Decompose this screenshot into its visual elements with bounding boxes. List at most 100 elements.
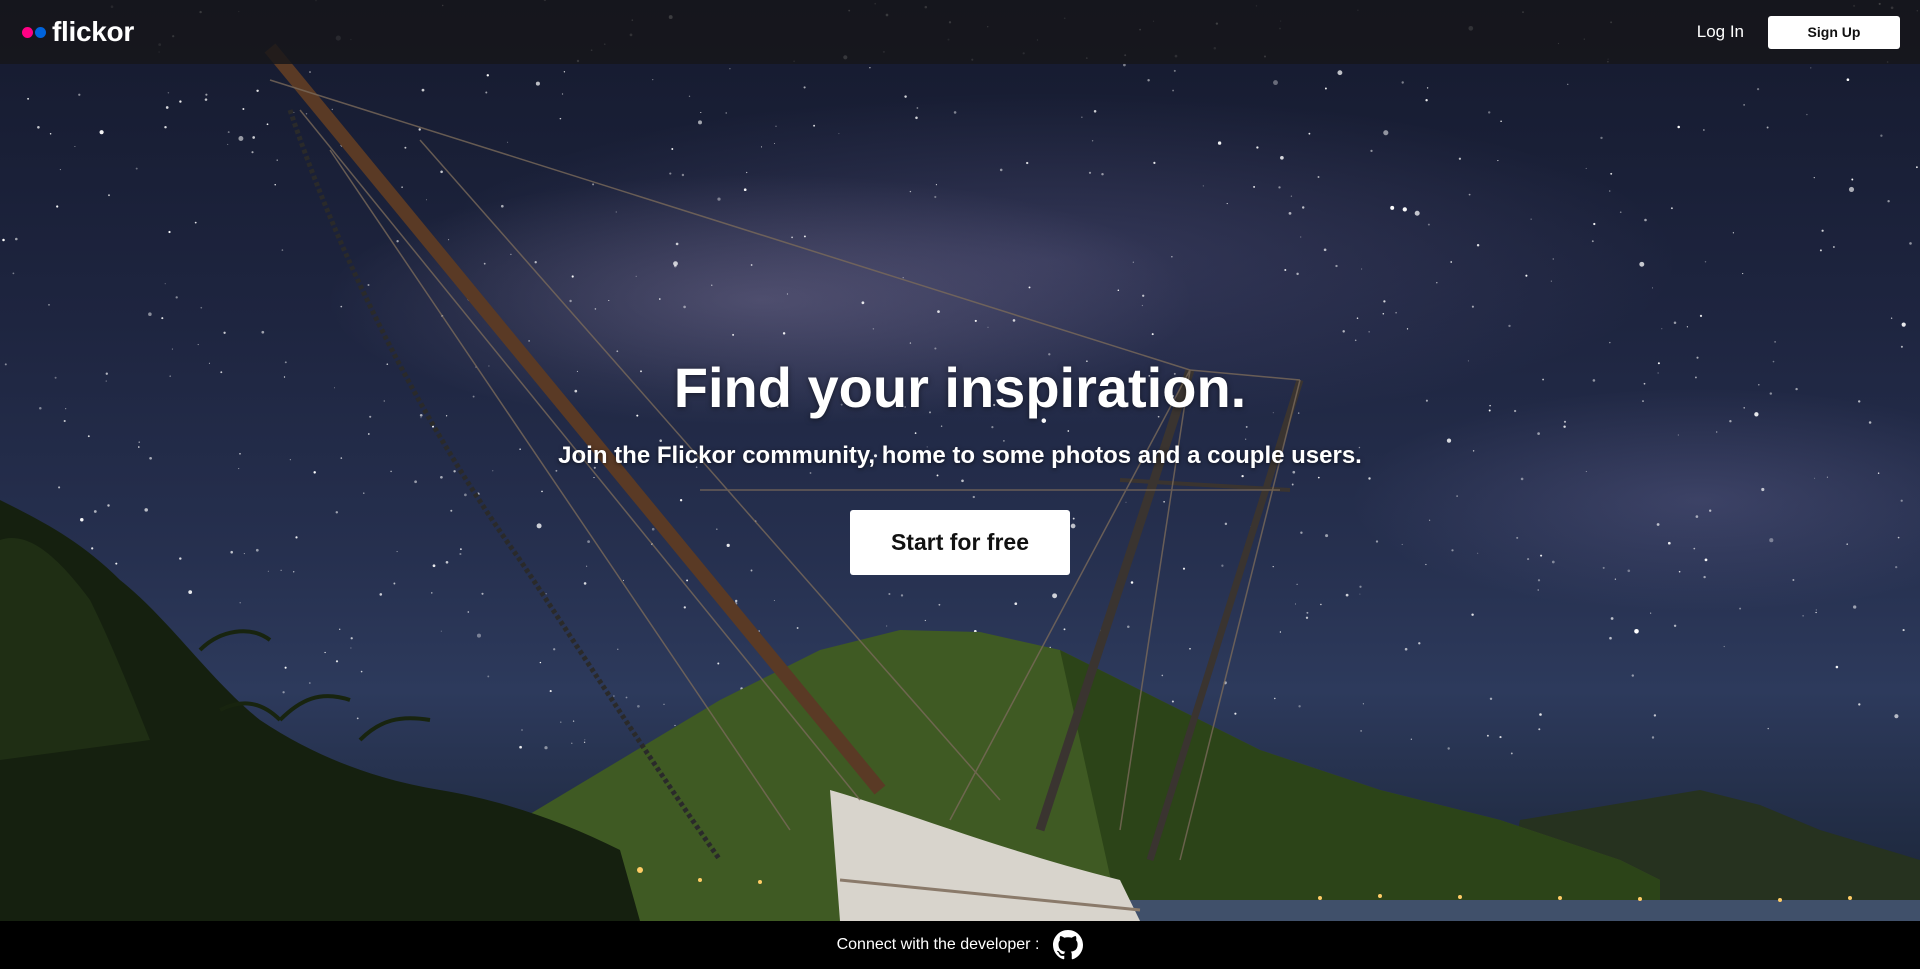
- star: [681, 173, 685, 177]
- signup-button[interactable]: Sign Up: [1768, 15, 1900, 49]
- star: [252, 136, 256, 139]
- github-link[interactable]: [1053, 930, 1084, 960]
- star: [750, 264, 753, 266]
- star: [729, 67, 731, 70]
- star: [1609, 636, 1612, 640]
- star: [239, 602, 241, 604]
- star: [743, 188, 747, 192]
- star: [205, 93, 208, 96]
- star: [281, 249, 284, 251]
- star: [782, 332, 786, 335]
- star: [584, 739, 586, 741]
- star: [915, 116, 918, 120]
- star: [1600, 136, 1603, 140]
- star: [1858, 703, 1861, 706]
- star: [1425, 99, 1428, 102]
- star: [902, 277, 904, 279]
- star: [194, 221, 197, 224]
- star: [1468, 193, 1471, 196]
- star: [1887, 199, 1890, 203]
- login-link[interactable]: Log In: [1697, 22, 1744, 42]
- star: [1335, 264, 1338, 268]
- star: [266, 123, 269, 126]
- start-for-free-button[interactable]: Start for free: [850, 510, 1070, 575]
- star: [635, 275, 637, 278]
- star: [675, 242, 679, 246]
- star: [1591, 240, 1594, 243]
- flickor-logo-icon: [22, 26, 46, 38]
- star: [1619, 211, 1622, 214]
- star: [999, 168, 1003, 172]
- star: [175, 296, 178, 299]
- star: [1151, 333, 1154, 336]
- star: [1171, 256, 1173, 258]
- star: [1909, 242, 1912, 245]
- auth-nav: Log In Sign Up: [1697, 15, 1900, 49]
- star: [1052, 593, 1058, 599]
- star: [99, 130, 104, 135]
- star: [448, 239, 450, 241]
- star: [1028, 286, 1031, 289]
- star: [1436, 281, 1438, 284]
- brand-logo-link[interactable]: flickor: [22, 16, 134, 48]
- star: [1279, 631, 1282, 633]
- star: [1508, 324, 1511, 328]
- star: [592, 183, 595, 186]
- star: [1301, 206, 1305, 209]
- star: [1202, 185, 1204, 187]
- star: [1317, 176, 1320, 178]
- star: [688, 95, 691, 97]
- star: [379, 593, 383, 596]
- star: [350, 637, 353, 640]
- star: [1593, 222, 1596, 226]
- star: [528, 340, 530, 342]
- star: [1743, 104, 1745, 106]
- star: [1308, 132, 1311, 135]
- star: [1610, 617, 1614, 620]
- star: [396, 240, 399, 243]
- star: [197, 344, 199, 346]
- star: [1550, 280, 1552, 282]
- star: [1337, 70, 1343, 76]
- star: [861, 301, 865, 305]
- star: [1639, 261, 1645, 267]
- star: [534, 261, 537, 264]
- star: [924, 619, 926, 622]
- logo-pink-dot: [22, 26, 33, 38]
- star: [1471, 305, 1474, 308]
- star: [686, 579, 689, 582]
- star: [188, 590, 193, 594]
- star: [2, 238, 5, 242]
- star: [1487, 111, 1491, 114]
- star: [1832, 246, 1835, 248]
- star: [1274, 697, 1276, 700]
- hero-section: Find your inspiration. Join the Flickor …: [0, 360, 1920, 575]
- star: [487, 675, 490, 678]
- star: [1673, 321, 1677, 325]
- star: [974, 319, 977, 322]
- star: [1792, 579, 1795, 581]
- star: [510, 253, 512, 256]
- star: [1497, 160, 1499, 162]
- star: [888, 592, 891, 596]
- star: [1819, 249, 1822, 252]
- star: [909, 190, 912, 193]
- star: [148, 312, 152, 316]
- star: [339, 628, 341, 630]
- star: [813, 124, 816, 127]
- star: [1356, 317, 1359, 319]
- star: [934, 195, 937, 199]
- star: [1732, 232, 1734, 234]
- star: [1901, 322, 1906, 327]
- star: [1651, 736, 1655, 739]
- star: [521, 729, 523, 731]
- star: [167, 92, 170, 94]
- star: [1476, 244, 1480, 247]
- star: [1091, 140, 1094, 142]
- star: [467, 611, 470, 613]
- star: [1298, 705, 1301, 708]
- star: [1774, 341, 1776, 343]
- star: [1360, 730, 1362, 732]
- star: [909, 342, 912, 344]
- star: [1802, 615, 1804, 617]
